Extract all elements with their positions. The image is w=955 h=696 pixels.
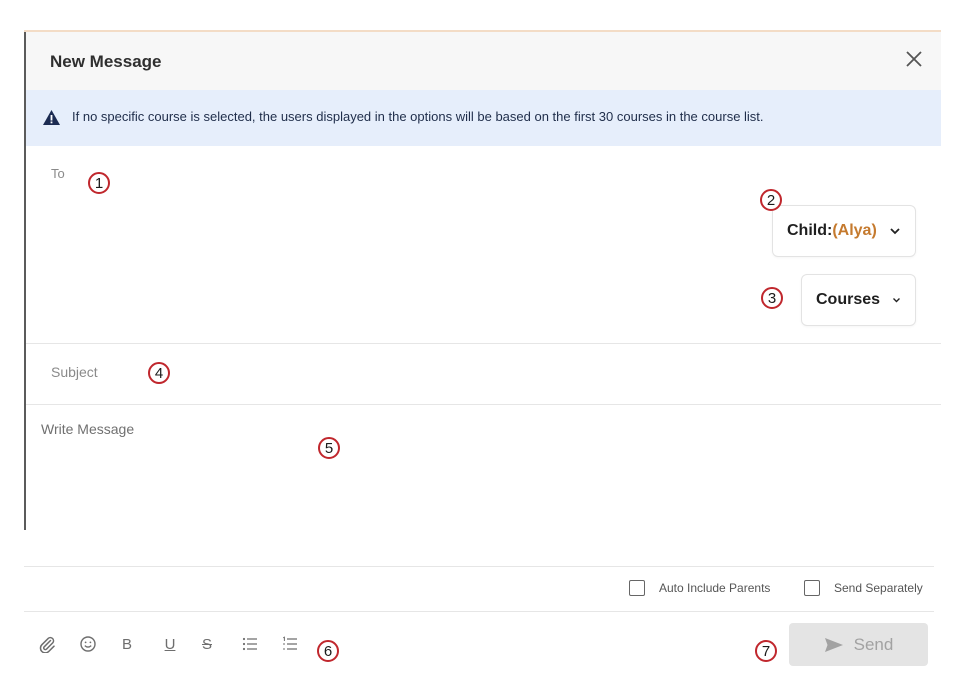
annotation-marker: 5 <box>318 437 340 459</box>
strikethrough-icon[interactable]: S <box>197 634 217 654</box>
auto-include-parents-option[interactable]: Auto Include Parents <box>629 580 770 596</box>
chevron-down-icon <box>890 228 900 235</box>
annotation-marker: 4 <box>148 362 170 384</box>
bullet-list-icon[interactable] <box>240 634 260 654</box>
auto-include-parents-checkbox[interactable] <box>629 580 645 596</box>
divider <box>26 404 941 405</box>
to-label: To <box>51 166 65 181</box>
courses-dropdown[interactable]: Courses <box>801 274 916 326</box>
send-icon <box>824 637 843 652</box>
message-textarea[interactable]: Write Message <box>41 421 134 437</box>
send-separately-checkbox[interactable] <box>804 580 820 596</box>
send-label: Send <box>853 634 894 654</box>
child-name: (Alya) <box>832 222 877 239</box>
warning-icon <box>43 110 60 125</box>
dialog-title: New Message <box>50 52 162 71</box>
close-icon[interactable] <box>901 46 927 72</box>
annotation-marker: 1 <box>88 172 110 194</box>
info-text: If no specific course is selected, the u… <box>72 109 764 124</box>
paperclip-icon[interactable] <box>37 634 57 654</box>
annotation-marker: 7 <box>755 640 777 662</box>
send-separately-option[interactable]: Send Separately <box>804 580 923 596</box>
annotation-marker: 6 <box>317 640 339 662</box>
child-prefix: Child:(Alya) <box>787 222 877 239</box>
auto-include-parents-label: Auto Include Parents <box>659 581 771 595</box>
child-dropdown[interactable]: Child:(Alya) <box>772 205 916 257</box>
divider <box>24 566 934 567</box>
subject-input[interactable]: Subject <box>51 364 98 380</box>
info-banner: If no specific course is selected, the u… <box>26 90 941 146</box>
recipient-input[interactable] <box>26 146 756 342</box>
send-separately-label: Send Separately <box>834 581 923 595</box>
divider <box>24 611 934 612</box>
chevron-down-icon <box>893 298 900 303</box>
emoji-icon[interactable] <box>78 634 98 654</box>
bold-icon[interactable]: B <box>117 634 137 654</box>
underline-icon[interactable]: U <box>160 634 180 654</box>
courses-label: Courses <box>816 291 881 308</box>
numbered-list-icon[interactable] <box>280 634 300 654</box>
send-button[interactable]: Send <box>789 623 928 666</box>
divider <box>26 343 941 344</box>
annotation-marker: 2 <box>760 189 782 211</box>
dialog-header: New Message <box>26 32 941 91</box>
annotation-marker: 3 <box>761 287 783 309</box>
